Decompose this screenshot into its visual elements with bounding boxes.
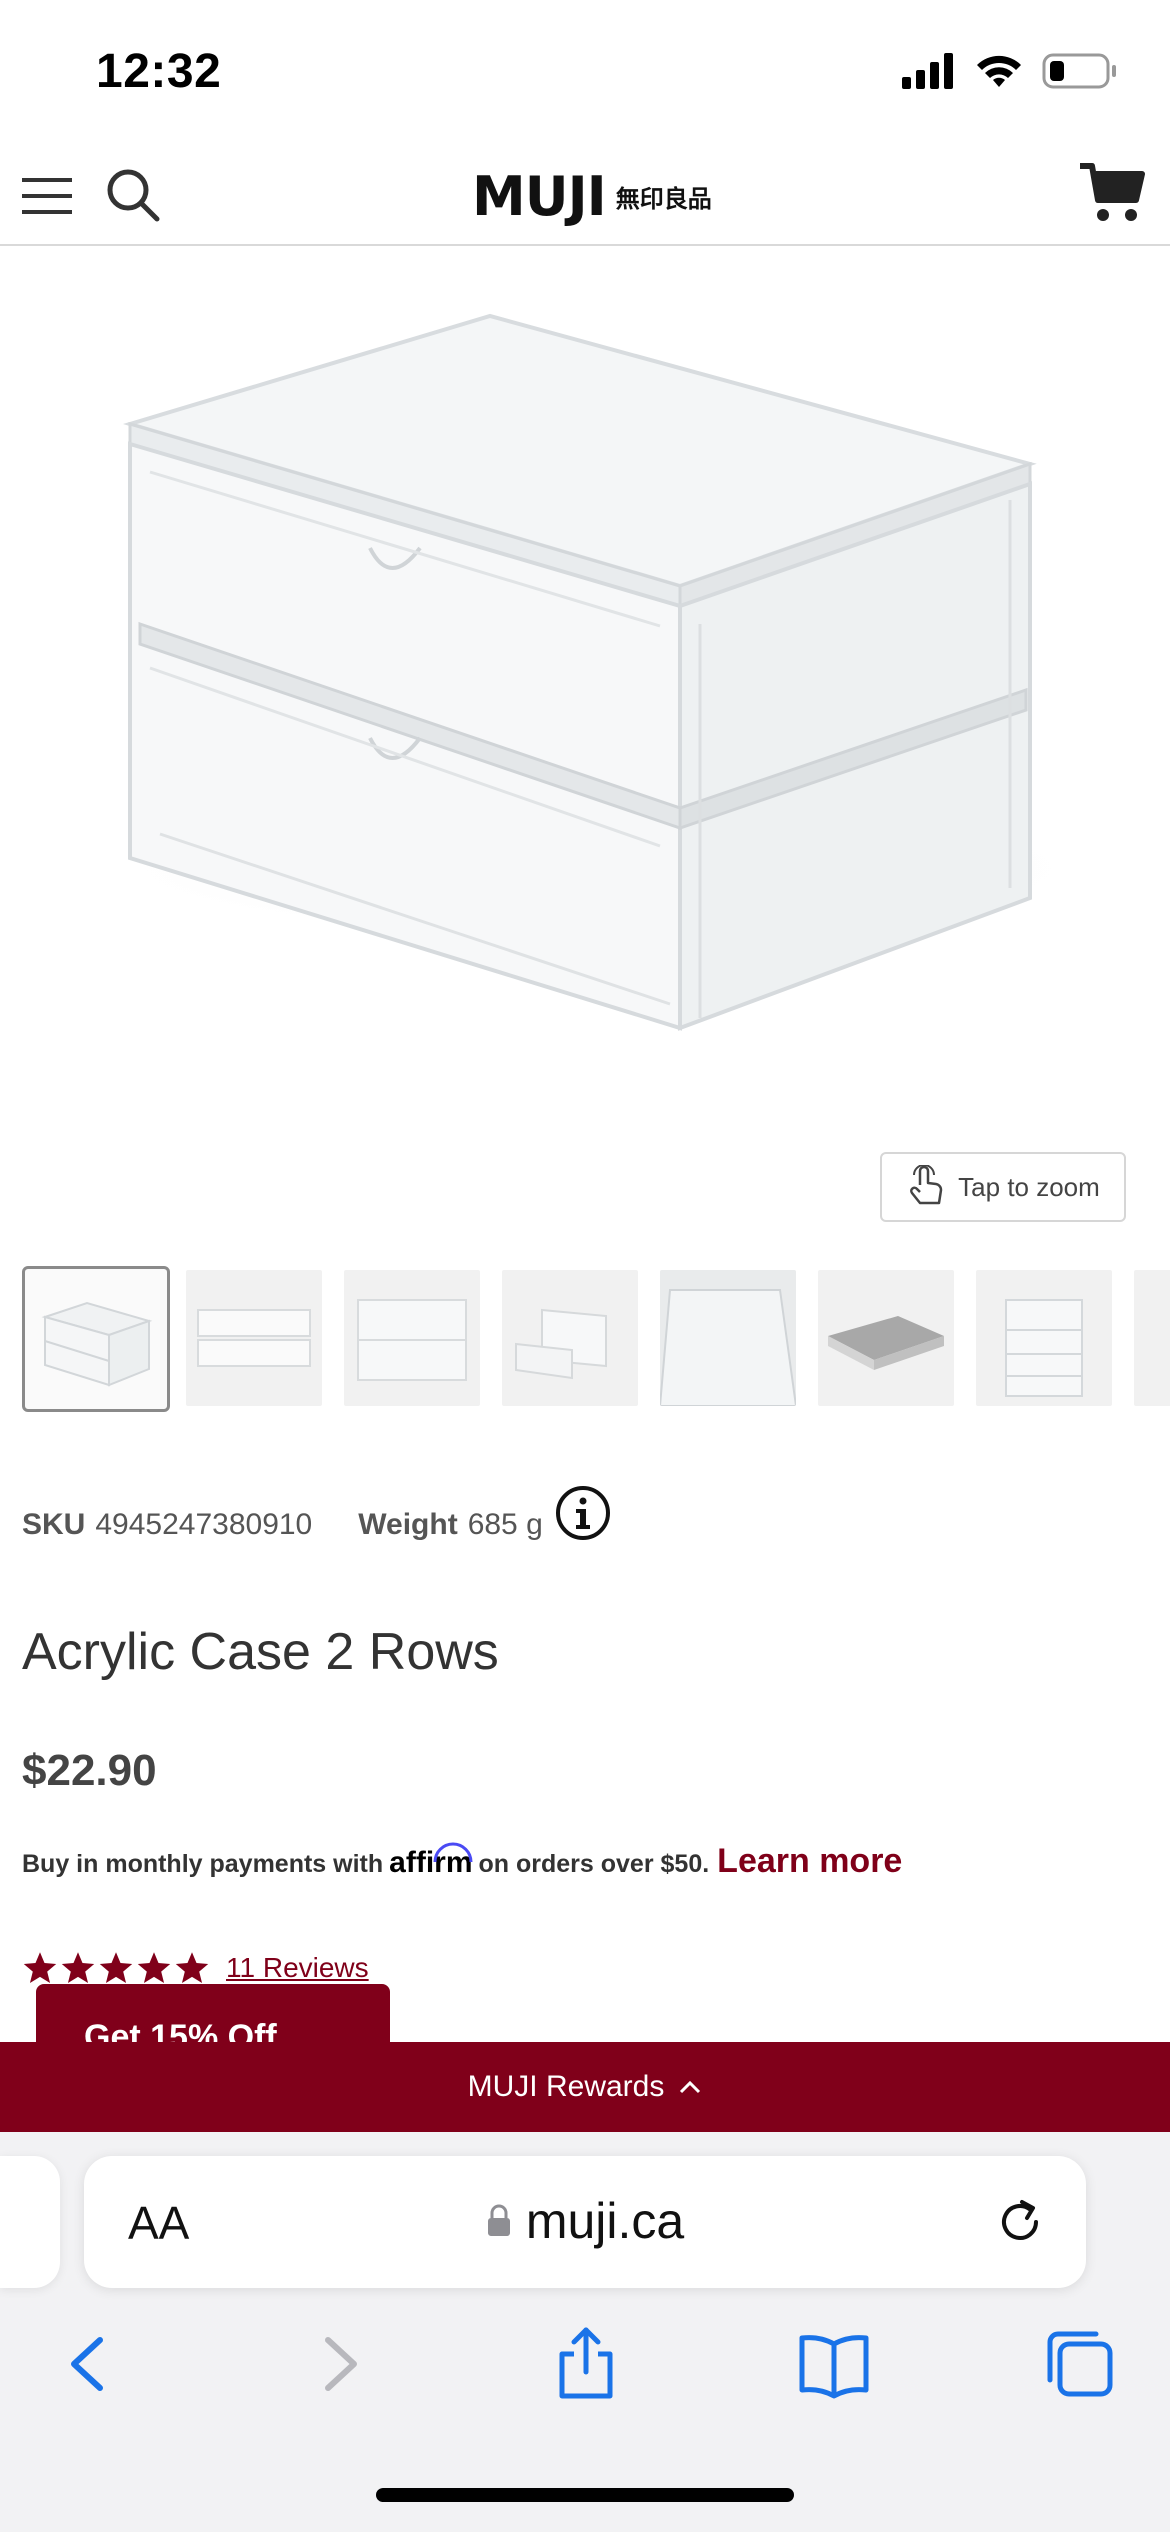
star-icon xyxy=(99,1952,133,1983)
logo-text: MUJI xyxy=(472,164,607,228)
search-icon[interactable] xyxy=(104,166,162,224)
thumbnail-strip xyxy=(22,1266,1170,1412)
muji-rewards-bar[interactable]: MUJI Rewards xyxy=(0,2042,1170,2132)
thumbnail-6[interactable] xyxy=(818,1270,954,1406)
shopping-cart-icon[interactable] xyxy=(1078,160,1146,226)
zoom-label: Tap to zoom xyxy=(958,1171,1100,1202)
star-icon xyxy=(137,1952,171,1983)
product-price: $22.90 xyxy=(22,1746,157,1795)
battery-icon xyxy=(1042,53,1116,89)
muji-logo[interactable]: MUJI 無印良品 xyxy=(472,164,712,228)
status-bar: 12:32 xyxy=(0,0,1170,150)
star-icon xyxy=(61,1952,95,1983)
sku-value: 4945247380910 xyxy=(95,1508,313,1541)
acrylic-case-image xyxy=(100,313,1100,1031)
site-header: MUJI 無印良品 xyxy=(0,150,1170,246)
affirm-financing-message: Buy in monthly payments with affirm on o… xyxy=(22,1842,902,1881)
affirm-prefix: Buy in monthly payments with xyxy=(22,1850,384,1878)
product-rating[interactable]: 11 Reviews xyxy=(22,1950,369,1986)
browser-nav-row xyxy=(0,2324,1170,2434)
thumbnail-1[interactable] xyxy=(22,1266,170,1412)
share-icon[interactable] xyxy=(546,2324,626,2404)
url-display[interactable]: muji.ca xyxy=(84,2192,1086,2250)
get-discount-tab[interactable]: Get 15% Off xyxy=(36,1984,390,2044)
reviews-count-link[interactable]: 11 Reviews xyxy=(226,1952,369,1984)
reload-icon[interactable] xyxy=(992,2194,1048,2250)
tap-to-zoom-button[interactable]: Tap to zoom xyxy=(880,1152,1126,1222)
thumbnail-7[interactable] xyxy=(976,1270,1112,1406)
affirm-suffix: on orders over $50. xyxy=(478,1850,710,1878)
star-icon xyxy=(175,1952,209,1983)
home-indicator xyxy=(376,2488,794,2502)
affirm-arc-icon xyxy=(433,1842,473,1863)
logo-subtext: 無印良品 xyxy=(615,184,712,213)
rewards-label: MUJI Rewards xyxy=(467,2070,665,2103)
hamburger-menu-icon[interactable] xyxy=(20,172,74,220)
back-icon[interactable] xyxy=(48,2324,128,2404)
weight-label: Weight xyxy=(358,1508,458,1541)
tabs-icon[interactable] xyxy=(1040,2324,1120,2404)
status-icons xyxy=(902,52,1118,90)
bookmarks-icon[interactable] xyxy=(794,2324,874,2404)
star-icon xyxy=(23,1952,57,1983)
weight-value: 685 g xyxy=(467,1508,543,1541)
affirm-logo: affirm xyxy=(389,1842,473,1880)
address-bar[interactable]: AA muji.ca xyxy=(84,2156,1086,2288)
thumbnail-8[interactable] xyxy=(1134,1270,1170,1406)
product-title: Acrylic Case 2 Rows xyxy=(22,1623,499,1681)
chevron-up-icon xyxy=(680,2080,701,2094)
wifi-icon xyxy=(977,55,1021,87)
hand-pointer-icon xyxy=(910,1165,943,1205)
cellular-signal-icon xyxy=(902,53,953,89)
thumbnail-4[interactable] xyxy=(502,1270,638,1406)
previous-tab-peek[interactable] xyxy=(0,2156,60,2288)
lock-icon xyxy=(487,2204,510,2236)
forward-icon[interactable] xyxy=(300,2324,380,2404)
browser-toolbar: AA muji.ca xyxy=(0,2132,1170,2532)
info-icon[interactable] xyxy=(555,1485,611,1541)
learn-more-link[interactable]: Learn more xyxy=(717,1842,902,1881)
product-meta: SKU 4945247380910 Weight 685 g xyxy=(22,1486,611,1542)
thumbnail-3[interactable] xyxy=(344,1270,480,1406)
status-time: 12:32 xyxy=(96,45,222,98)
sku-label: SKU xyxy=(22,1508,86,1541)
thumbnail-5[interactable] xyxy=(660,1270,796,1406)
thumbnail-2[interactable] xyxy=(186,1270,322,1406)
url-text: muji.ca xyxy=(525,2193,685,2249)
product-hero-image[interactable] xyxy=(0,248,1170,1248)
